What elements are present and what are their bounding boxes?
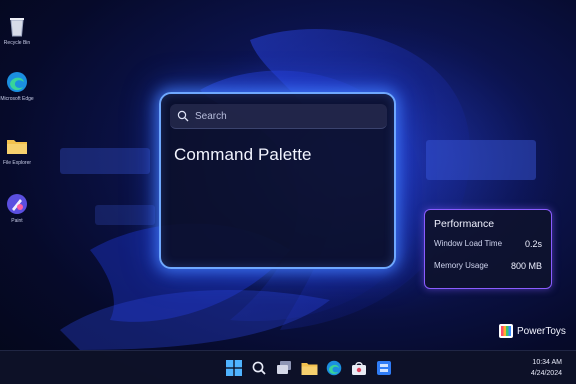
start-icon[interactable] [224, 359, 244, 377]
perf-row-load-time: Window Load Time 0.2s [434, 239, 542, 249]
palette-title: Command Palette [174, 145, 312, 164]
paint-icon [5, 192, 29, 216]
perf-label: Window Load Time [434, 239, 503, 248]
taskbar: 10:34 AM 4/24/2024 [0, 350, 576, 384]
recycle-bin-icon [5, 14, 29, 38]
desktop-icon-label: Microsoft Edge [0, 96, 34, 102]
desktop-icon-paint[interactable]: Paint [0, 192, 34, 224]
powertoys-label: PowerToys [517, 325, 566, 337]
system-clock[interactable]: 10:34 AM 4/24/2024 [531, 357, 562, 379]
taskbar-icons [224, 359, 394, 377]
folder-icon [5, 134, 29, 158]
task-view-icon[interactable] [274, 359, 294, 377]
powertoys-logo-icon [499, 324, 513, 338]
desktop-icon-label: Recycle Bin [3, 40, 31, 46]
clock-time: 10:34 AM [532, 359, 562, 366]
desktop-icon-label: File Explorer [2, 160, 32, 166]
search-icon[interactable] [249, 359, 269, 377]
perf-value: 0.2s [524, 239, 542, 249]
command-palette-window: Command Palette [159, 92, 396, 269]
file-explorer-icon[interactable] [299, 359, 319, 377]
performance-title: Performance [434, 218, 495, 230]
clock-date: 4/24/2024 [530, 370, 562, 377]
search-icon [177, 110, 189, 122]
app-icon[interactable] [374, 359, 394, 377]
perf-row-memory: Memory Usage 800 MB [434, 261, 542, 271]
search-input[interactable] [195, 110, 375, 122]
desktop-icon-edge[interactable]: Microsoft Edge [0, 70, 34, 102]
search-box[interactable] [170, 104, 387, 129]
edge-icon[interactable] [324, 359, 344, 377]
perf-label: Memory Usage [434, 261, 489, 270]
desktop-icon-file-explorer[interactable]: File Explorer [0, 134, 34, 166]
desktop-icon-recycle-bin[interactable]: Recycle Bin [0, 14, 34, 46]
edge-icon [5, 70, 29, 94]
perf-value: 800 MB [510, 261, 542, 271]
powertoys-badge[interactable]: PowerToys [499, 324, 566, 338]
desktop-icon-label: Paint [11, 218, 23, 224]
performance-panel: Performance Window Load Time 0.2s Memory… [424, 209, 552, 289]
store-icon[interactable] [349, 359, 369, 377]
